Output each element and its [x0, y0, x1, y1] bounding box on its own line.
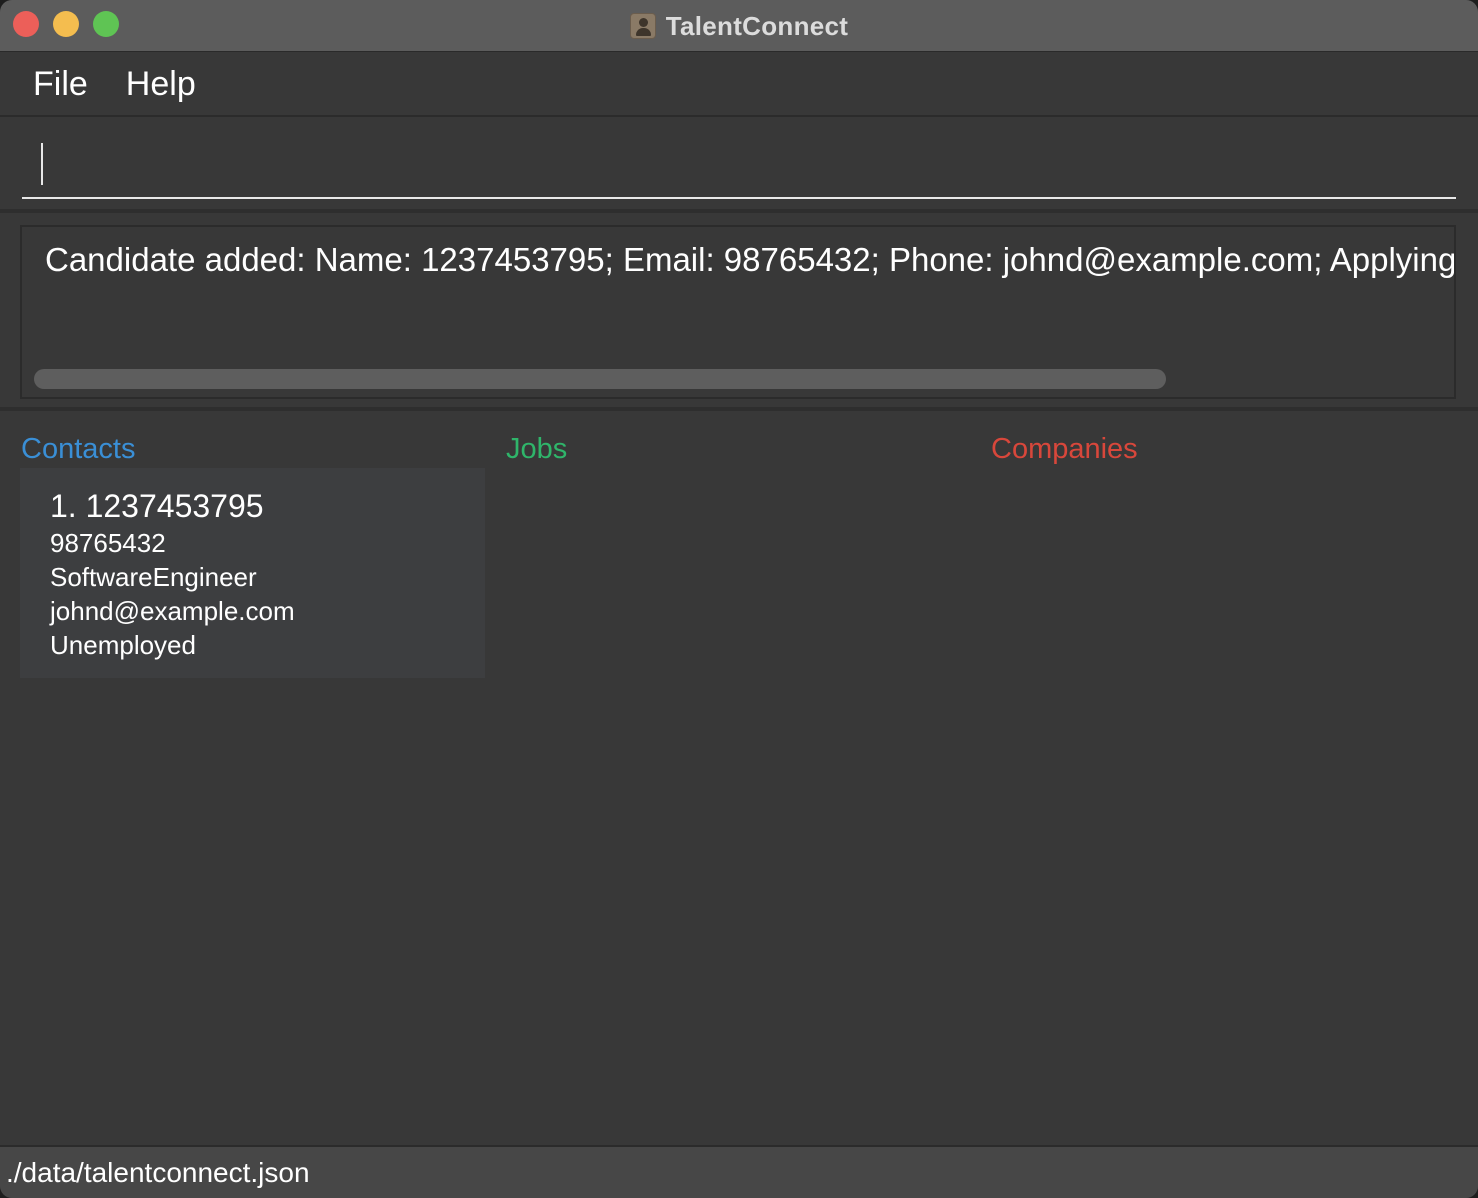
menu-file[interactable]: File	[33, 65, 88, 104]
contact-field: johnd@example.com	[50, 596, 295, 626]
contact-field: SoftwareEngineer	[50, 562, 257, 592]
command-input[interactable]	[22, 139, 1456, 199]
window-title: TalentConnect	[665, 10, 849, 41]
data-file-path: ./data/talentconnect.json	[6, 1157, 310, 1188]
contact-field: Unemployed	[50, 630, 196, 660]
jobs-panel-title: Jobs	[506, 433, 568, 465]
menu-help[interactable]: Help	[126, 65, 196, 104]
menu-bar: File Help	[0, 53, 1478, 117]
text-caret	[41, 143, 43, 185]
status-bar: ./data/talentconnect.json	[0, 1145, 1478, 1198]
app-contact-icon	[629, 13, 656, 39]
companies-panel-title: Companies	[991, 433, 1138, 465]
result-display[interactable]: Candidate added: Name: 1237453795; Email…	[20, 225, 1456, 399]
command-box-area	[0, 119, 1478, 213]
contacts-panel-title: Contacts	[21, 433, 136, 465]
result-display-area: Candidate added: Name: 1237453795; Email…	[0, 217, 1478, 411]
contact-field: 98765432	[50, 528, 166, 558]
title-bar[interactable]: TalentConnect	[0, 0, 1478, 52]
app-window: TalentConnect File Help Candidate added:…	[0, 0, 1478, 1198]
window-title-group: TalentConnect	[0, 0, 1478, 52]
contact-index-name: 1. 1237453795	[50, 488, 264, 524]
horizontal-scrollbar[interactable]	[34, 369, 1166, 389]
result-message: Candidate added: Name: 1237453795; Email…	[45, 241, 1456, 278]
contact-card[interactable]: 1. 1237453795 98765432 SoftwareEngineer …	[20, 468, 485, 678]
